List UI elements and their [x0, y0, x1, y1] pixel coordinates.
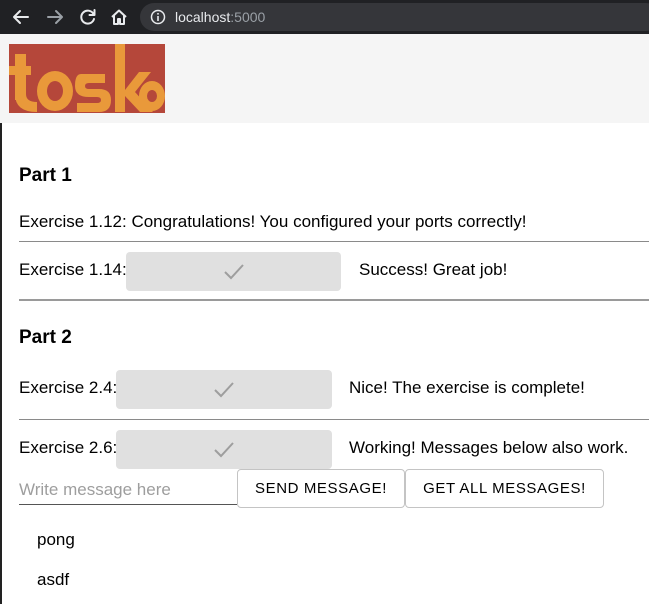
part1-heading: Part 1 [19, 165, 72, 186]
checkmark-icon [214, 381, 234, 397]
exercise-2-6-status: Working! Messages below also work. [349, 438, 629, 457]
url-text: localhost:5000 [175, 9, 266, 25]
message-input[interactable] [19, 475, 237, 505]
app-header [0, 34, 649, 123]
send-message-button[interactable]: SEND MESSAGE! [237, 469, 405, 508]
message-list-item: pong [37, 530, 75, 549]
page-left-border [0, 123, 2, 604]
exercise-1-14-label: Exercise 1.14: [19, 260, 127, 279]
browser-toolbar: localhost:5000 [0, 0, 649, 34]
back-arrow-icon[interactable] [9, 5, 33, 29]
forward-arrow-icon[interactable] [43, 5, 67, 29]
toska-logo [9, 44, 165, 118]
address-bar[interactable]: localhost:5000 [140, 3, 649, 31]
exercise-2-4-label: Exercise 2.4: [19, 378, 118, 397]
exercise-2-4-status: Nice! The exercise is complete! [349, 378, 585, 397]
home-icon[interactable] [107, 5, 131, 29]
exercise-2-6-check-button[interactable] [116, 430, 332, 469]
get-all-messages-button[interactable]: GET ALL MESSAGES! [405, 469, 604, 508]
section-divider [19, 299, 649, 301]
part2-heading: Part 2 [19, 327, 72, 348]
info-icon[interactable] [150, 9, 166, 25]
divider [19, 241, 649, 242]
exercise-1-12-text: Exercise 1.12: Congratulations! You conf… [19, 212, 527, 231]
exercise-2-6-label: Exercise 2.6: [19, 438, 118, 457]
checkmark-icon [214, 441, 234, 457]
divider [19, 419, 649, 420]
exercise-1-14-check-button[interactable] [126, 252, 341, 291]
reload-icon[interactable] [76, 5, 100, 29]
message-list-item: asdf [37, 570, 70, 589]
exercise-2-4-check-button[interactable] [116, 370, 332, 409]
exercise-1-14-status: Success! Great job! [359, 260, 508, 279]
checkmark-icon [223, 263, 244, 279]
